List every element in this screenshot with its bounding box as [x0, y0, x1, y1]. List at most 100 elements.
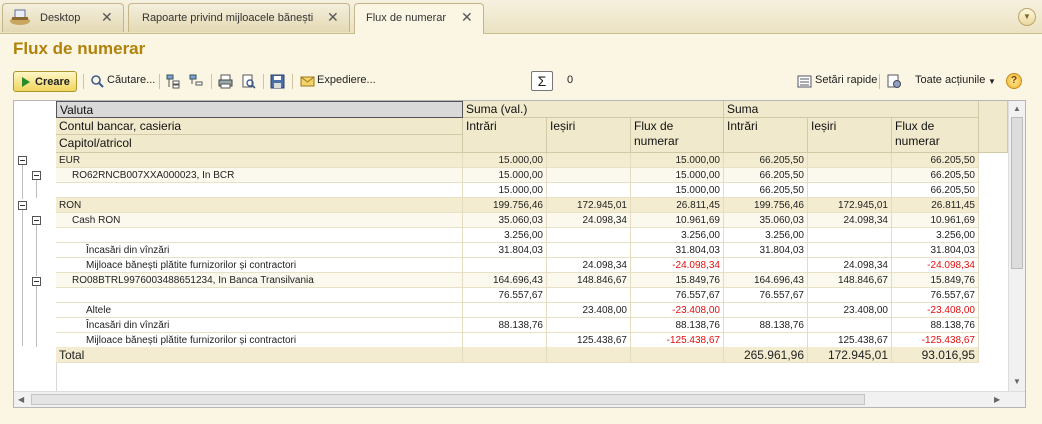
header-iesiri[interactable]: Ieșiri — [808, 118, 892, 153]
all-actions-button[interactable]: Toate acțiunile — [915, 74, 985, 86]
table-row[interactable]: Mijloace bănești plătite furnizorilor și… — [56, 258, 979, 273]
header-capitol[interactable]: Capitol/atricol — [56, 135, 463, 153]
quick-settings-icon[interactable] — [797, 74, 812, 89]
envelope-icon[interactable] — [300, 74, 315, 89]
scroll-up-icon[interactable]: ▲ — [1013, 104, 1021, 113]
tree-collapse-icon[interactable] — [189, 74, 204, 89]
header-suma[interactable]: Suma — [724, 101, 979, 118]
table-row[interactable]: RO62RNCB007XXA000023, In BCR 15.000,00 15.… — [56, 168, 979, 183]
vertical-scrollbar[interactable]: ▲ ▼ — [1008, 101, 1025, 391]
horizontal-scrollbar[interactable]: ◀ ▶ — [14, 391, 1025, 407]
sum-count: 0 — [567, 74, 574, 86]
header-contul-bancar[interactable]: Contul bancar, casieria — [56, 118, 463, 135]
separator — [263, 74, 264, 89]
vertical-scroll-thumb[interactable] — [1011, 117, 1023, 269]
table-row[interactable]: EUR 15.000,00 15.000,00 66.205,50 66.205,50 — [56, 153, 979, 168]
table-row[interactable]: Mijloace bănești plătite furnizorilor și… — [56, 333, 979, 348]
row-value-v4: 66.205,50 — [724, 168, 808, 183]
table-row[interactable]: RON 199.756,46 172.945,01 26.811,45 199.756,… — [56, 198, 979, 213]
table-row[interactable]: Încasări din vînzări 88.138,76 88.138,76 88… — [56, 318, 979, 333]
table-row[interactable]: Cash RON 35.060,03 24.098,34 10.961,69 35.06… — [56, 213, 979, 228]
row-value-v6: 66.205,50 — [892, 183, 979, 198]
scroll-left-icon[interactable]: ◀ — [18, 395, 24, 404]
collapse-toggle-icon[interactable] — [32, 171, 41, 180]
header-intrari[interactable]: Intrări — [724, 118, 808, 153]
create-button[interactable]: Creare — [13, 71, 77, 92]
row-value-v5 — [808, 183, 892, 198]
help-icon[interactable]: ? — [1006, 73, 1022, 89]
print-preview-icon[interactable] — [241, 74, 256, 89]
tabs-menu-icon[interactable]: ▼ — [1018, 8, 1036, 26]
row-value-v2 — [547, 228, 631, 243]
row-value-v1: 15.000,00 — [463, 168, 547, 183]
tree-expand-icon[interactable] — [166, 74, 181, 89]
row-value-v2: 148.846,67 — [547, 273, 631, 288]
tab-desktop[interactable]: Desktop ✕ — [2, 3, 124, 32]
close-icon[interactable]: ✕ — [461, 9, 473, 25]
row-value-v2 — [547, 318, 631, 333]
separator — [83, 74, 84, 89]
header-valuta[interactable]: Valuta — [56, 101, 463, 118]
table-row[interactable]: RO08BTRL9976003488651234, In Banca Trans… — [56, 273, 979, 288]
quick-settings-button[interactable]: Setări rapide — [815, 74, 877, 86]
close-icon[interactable]: ✕ — [327, 9, 339, 25]
tree-line — [36, 282, 37, 347]
row-value-v3: 26.811,45 — [631, 198, 724, 213]
tab-rapoarte[interactable]: Rapoarte privind mijloacele bănești ✕ — [128, 3, 350, 32]
total-row[interactable]: Total 265.961,96 172.945,01 93.016,95 — [56, 347, 979, 363]
table-row[interactable]: 76.557,67 76.557,67 76.557,67 76.557,67 — [56, 288, 979, 303]
table-row[interactable]: Altele 23.408,00 -23.408,00 23.408,00 -23.40… — [56, 303, 979, 318]
print-icon[interactable] — [218, 74, 233, 89]
row-value-v2: 24.098,34 — [547, 213, 631, 228]
search-icon[interactable] — [90, 74, 105, 89]
play-icon — [22, 77, 30, 87]
collapse-toggle-icon[interactable] — [18, 201, 27, 210]
horizontal-scroll-thumb[interactable] — [31, 394, 865, 405]
search-button[interactable]: Căutare... — [107, 74, 155, 86]
row-value-v5 — [808, 168, 892, 183]
row-value-v6: 10.961,69 — [892, 213, 979, 228]
header-suma-val[interactable]: Suma (val.) — [463, 101, 724, 118]
row-value-v1: 15.000,00 — [463, 183, 547, 198]
row-label: RO08BTRL9976003488651234, In Banca Trans… — [56, 273, 463, 288]
total-intrari: 265.961,96 — [724, 347, 808, 363]
row-value-v6: 26.811,45 — [892, 198, 979, 213]
desktop-icon — [10, 9, 30, 25]
row-value-v6: 3.256,00 — [892, 228, 979, 243]
header-intrari-val[interactable]: Intrări — [463, 118, 547, 153]
row-label: Încasări din vînzări — [56, 318, 463, 333]
collapse-toggle-icon[interactable] — [32, 216, 41, 225]
row-value-v5: 172.945,01 — [808, 198, 892, 213]
scroll-right-icon[interactable]: ▶ — [994, 395, 1000, 404]
row-value-v3: 15.000,00 — [631, 168, 724, 183]
table-row[interactable]: Încasări din vînzări 31.804,03 31.804,03 31… — [56, 243, 979, 258]
tab-flux-de-numerar[interactable]: Flux de numerar ✕ — [354, 3, 484, 34]
create-label: Creare — [35, 76, 70, 88]
row-value-v4: 3.256,00 — [724, 228, 808, 243]
row-value-v6: 15.849,76 — [892, 273, 979, 288]
send-button[interactable]: Expediere... — [317, 74, 376, 86]
total-cell — [547, 347, 631, 363]
header-flux-line1: Flux de — [634, 119, 674, 133]
page-title: Flux de numerar — [13, 39, 146, 58]
header-flux-val[interactable]: Flux de numerar — [631, 118, 724, 153]
collapse-toggle-icon[interactable] — [32, 277, 41, 286]
table-row[interactable]: 15.000,00 15.000,00 66.205,50 66.205,50 — [56, 183, 979, 198]
collapse-toggle-icon[interactable] — [18, 156, 27, 165]
sum-icon[interactable]: Σ — [531, 71, 553, 91]
header-filler — [979, 101, 1008, 153]
report-table[interactable]: Valuta Suma (val.) Suma Contul bancar, c… — [13, 100, 1026, 408]
row-value-v6: -23.408,00 — [892, 303, 979, 318]
scroll-down-icon[interactable]: ▼ — [1013, 377, 1021, 386]
close-icon[interactable]: ✕ — [101, 9, 113, 25]
row-value-v3: 3.256,00 — [631, 228, 724, 243]
chevron-down-icon[interactable]: ▼ — [988, 77, 996, 86]
header-flux[interactable]: Flux de numerar — [892, 118, 979, 153]
settings-icon[interactable] — [887, 74, 902, 89]
row-value-v2 — [547, 288, 631, 303]
row-label: Altele — [56, 303, 463, 318]
save-icon[interactable] — [270, 74, 285, 89]
table-row[interactable]: 3.256,00 3.256,00 3.256,00 3.256,00 — [56, 228, 979, 243]
row-label: EUR — [56, 153, 463, 168]
header-iesiri-val[interactable]: Ieșiri — [547, 118, 631, 153]
